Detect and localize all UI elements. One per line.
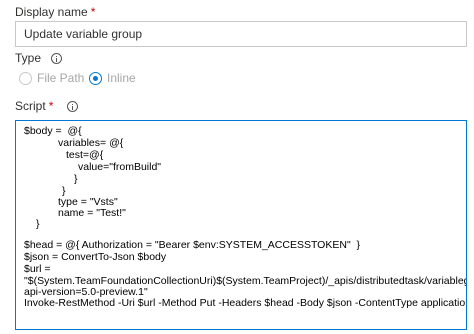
script-editor[interactable]: $body = @{ variables= @{ test=@{ value="…: [15, 120, 467, 330]
script-line: }: [36, 218, 40, 230]
task-settings-panel: Display name * Update variable group Typ…: [0, 0, 474, 334]
script-line: name = "Test!": [58, 207, 126, 219]
required-mark: *: [48, 99, 54, 113]
script-line: $head = @{ Authorization = "Bearer $env:…: [24, 239, 361, 251]
script-line: $json = ConvertTo-Json $body: [24, 251, 167, 263]
type-label: Type: [15, 51, 63, 65]
radio-file-path[interactable]: File Path: [19, 71, 84, 85]
script-line: }: [74, 173, 78, 185]
radio-circle-icon[interactable]: [19, 71, 32, 85]
required-mark: *: [90, 5, 96, 19]
radio-file-path-label: File Path: [37, 71, 85, 85]
script-label-text: Script: [15, 99, 46, 113]
type-label-text: Type: [15, 51, 42, 65]
display-name-label: Display name *: [15, 5, 95, 19]
script-line: value="fromBuild": [78, 161, 162, 173]
radio-inline[interactable]: Inline: [89, 71, 136, 85]
script-line: $body = @{: [24, 125, 82, 137]
display-name-input[interactable]: Update variable group: [15, 21, 467, 47]
radio-selected-icon[interactable]: [89, 71, 102, 85]
script-line: $url =: [24, 263, 51, 275]
info-icon[interactable]: [67, 100, 79, 112]
script-line: variables= @{: [58, 137, 124, 149]
script-label: Script *: [15, 99, 79, 113]
script-line: test=@{: [66, 149, 104, 161]
script-line: Invoke-RestMethod -Uri $url -Method Put …: [24, 297, 467, 309]
display-name-label-text: Display name: [15, 5, 88, 19]
radio-inline-label: Inline: [107, 71, 136, 85]
info-icon[interactable]: [51, 52, 63, 64]
